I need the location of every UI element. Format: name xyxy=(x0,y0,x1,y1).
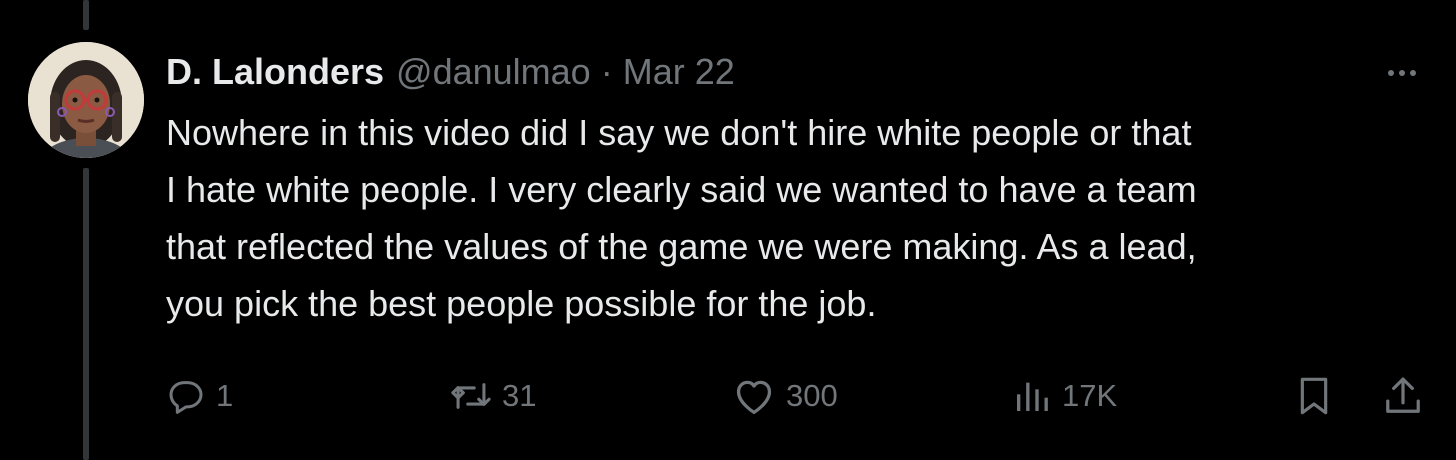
retweet-icon xyxy=(451,383,491,409)
tweet-text: Nowhere in this video did I say we don't… xyxy=(166,112,1197,324)
more-dot-icon xyxy=(1399,70,1405,76)
heart-icon xyxy=(736,380,772,414)
reply-count: 1 xyxy=(216,378,234,413)
author-display-name[interactable]: D. Lalonders xyxy=(166,50,384,94)
more-dot-icon xyxy=(1410,70,1416,76)
views-chart-icon xyxy=(1017,382,1048,411)
share-upload-icon xyxy=(1386,377,1420,413)
author-handle[interactable]: @danulmao xyxy=(396,50,591,94)
retweet-button[interactable]: 31 xyxy=(450,370,536,422)
tweet[interactable]: D. Lalonders @danulmao · Mar 22 Nowhere … xyxy=(166,50,1426,332)
reply-icon xyxy=(169,381,203,414)
like-button[interactable]: 300 xyxy=(732,370,838,422)
header-separator: · xyxy=(600,51,613,92)
thread-line-bottom xyxy=(83,168,89,460)
share-button[interactable] xyxy=(1382,370,1424,422)
tweet-header: D. Lalonders @danulmao · Mar 22 xyxy=(166,50,1426,98)
views-count: 17K xyxy=(1062,378,1118,413)
more-dot-icon xyxy=(1388,70,1394,76)
like-count: 300 xyxy=(786,378,838,413)
views-button[interactable]: 17K xyxy=(1012,370,1117,422)
bookmark-button[interactable] xyxy=(1294,370,1334,422)
more-options-button[interactable] xyxy=(1382,58,1422,88)
bookmark-icon xyxy=(1300,377,1328,415)
avatar[interactable] xyxy=(28,42,144,158)
reply-button[interactable]: 1 xyxy=(166,370,233,422)
retweet-count: 31 xyxy=(502,378,537,413)
thread-line-top xyxy=(83,0,89,30)
avatar-illustration-icon xyxy=(28,42,144,158)
tweet-date[interactable]: Mar 22 xyxy=(623,50,735,94)
tweet-action-bar: 1 31 300 17K xyxy=(166,370,1428,422)
